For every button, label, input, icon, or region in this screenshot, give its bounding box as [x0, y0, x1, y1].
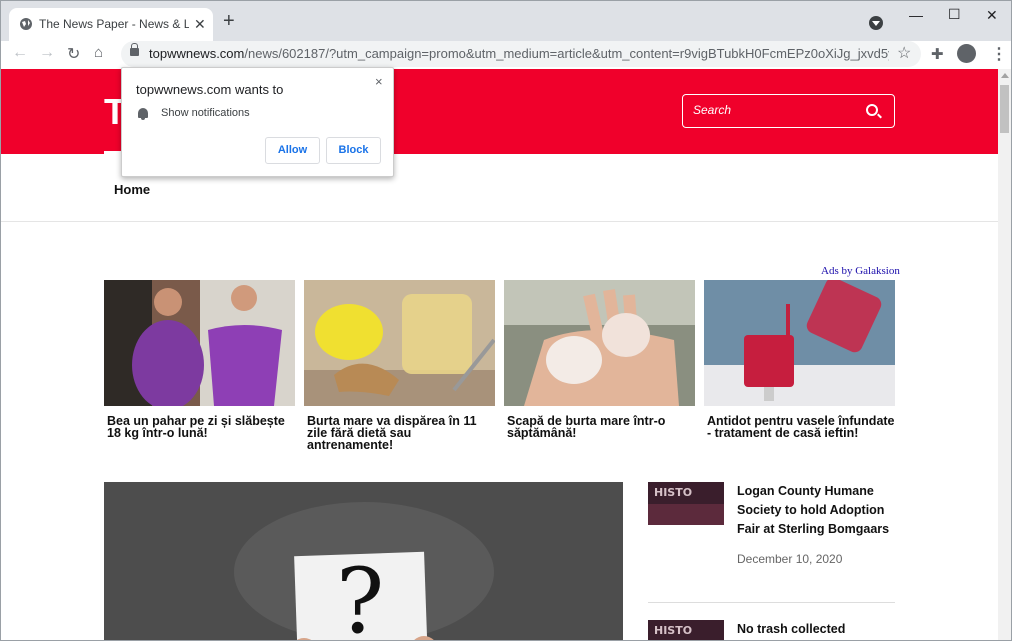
- dialog-title: topwwnews.com wants to: [136, 82, 284, 97]
- bell-icon: [138, 108, 148, 120]
- minimize-icon[interactable]: —: [909, 7, 923, 23]
- ad-card[interactable]: Scapă de burta mare într-o săptămână!: [504, 280, 695, 439]
- ad-image-red-juice: [704, 277, 895, 406]
- svg-text:?: ?: [336, 549, 384, 641]
- notification-permission-dialog: topwwnews.com wants to × Show notificati…: [121, 67, 394, 177]
- url-host: topwwnews.com: [149, 46, 245, 61]
- tab-title: The News Paper - News & Lifesty: [39, 17, 189, 31]
- maximize-icon[interactable]: ☐: [948, 6, 961, 23]
- ad-caption[interactable]: Bea un pahar pe zi și slăbește 18 kg înt…: [104, 415, 295, 440]
- lock-icon[interactable]: [130, 43, 139, 56]
- search-box[interactable]: [682, 94, 895, 128]
- bookmark-star-icon[interactable]: ☆: [897, 43, 911, 63]
- profile-avatar-icon[interactable]: [957, 44, 976, 63]
- browser-window: The News Paper - News & Lifesty ✕ + — ☐ …: [0, 0, 1012, 641]
- download-indicator-icon[interactable]: [869, 16, 883, 30]
- globe-icon: [20, 18, 32, 30]
- close-icon[interactable]: ×: [375, 74, 383, 89]
- close-window-icon[interactable]: ✕: [986, 7, 998, 24]
- home-icon[interactable]: ⌂: [94, 44, 103, 61]
- article-thumbnail: HISTO: [648, 482, 724, 525]
- new-tab-button[interactable]: +: [223, 11, 235, 31]
- ad-caption[interactable]: Antidot pentru vasele înfundate - tratam…: [704, 415, 895, 440]
- url-path: /news/602187/?utm_campaign=promo&utm_med…: [244, 46, 889, 61]
- block-button[interactable]: Block: [326, 137, 381, 164]
- ad-image-lemon-ginger: [304, 280, 496, 406]
- article-thumbnail: HISTO: [648, 620, 724, 640]
- ad-card[interactable]: Burta mare va dispărea în 11 zile fără d…: [304, 280, 496, 452]
- tab-strip: The News Paper - News & Lifesty ✕ + — ☐ …: [1, 1, 1011, 41]
- ad-caption[interactable]: Burta mare va dispărea în 11 zile fără d…: [304, 415, 495, 452]
- allow-button[interactable]: Allow: [265, 137, 320, 164]
- sidebar-article-title[interactable]: No trash collected: [737, 620, 902, 639]
- ad-caption[interactable]: Scapă de burta mare într-o săptămână!: [504, 415, 695, 440]
- reload-icon[interactable]: ↻: [67, 44, 80, 64]
- question-sign-illustration: ?: [104, 482, 623, 641]
- thumbnail-lettering: HISTO: [654, 624, 692, 637]
- forward-icon[interactable]: →: [39, 44, 55, 62]
- browser-toolbar: ← → ↻ ⌂ topwwnews.com/news/602187/?utm_c…: [1, 41, 1011, 69]
- scroll-up-arrow-icon[interactable]: [1001, 73, 1009, 78]
- back-icon[interactable]: ←: [12, 44, 28, 62]
- ad-image-eggs: [504, 280, 695, 406]
- url-text[interactable]: topwwnews.com/news/602187/?utm_campaign=…: [149, 46, 889, 61]
- ads-by-label[interactable]: Ads by Galaksion: [821, 265, 900, 277]
- extensions-puzzle-icon[interactable]: ✚: [931, 45, 944, 63]
- nav-home[interactable]: Home: [114, 182, 150, 197]
- ad-card[interactable]: Antidot pentru vasele înfundate - tratam…: [704, 277, 895, 440]
- ad-card[interactable]: Bea un pahar pe zi și slăbește 18 kg înt…: [104, 280, 295, 439]
- thumbnail-lettering: HISTO: [654, 486, 692, 499]
- close-tab-icon[interactable]: ✕: [194, 16, 206, 33]
- featured-article-image[interactable]: ?: [104, 482, 623, 641]
- sidebar-article-date: December 10, 2020: [737, 552, 843, 566]
- kebab-menu-icon[interactable]: ⋮: [991, 44, 1007, 64]
- ad-image-weightloss: [104, 280, 295, 410]
- search-icon[interactable]: [866, 104, 878, 116]
- scrollbar-thumb[interactable]: [1000, 85, 1009, 133]
- divider: [648, 602, 895, 603]
- vertical-scrollbar[interactable]: [998, 69, 1011, 640]
- browser-tab[interactable]: The News Paper - News & Lifesty ✕: [9, 8, 213, 41]
- sidebar-article-title[interactable]: Logan County Humane Society to hold Adop…: [737, 482, 902, 539]
- permission-text: Show notifications: [161, 107, 250, 119]
- search-input[interactable]: [693, 103, 853, 117]
- address-bar[interactable]: topwwnews.com/news/602187/?utm_campaign=…: [121, 41, 921, 67]
